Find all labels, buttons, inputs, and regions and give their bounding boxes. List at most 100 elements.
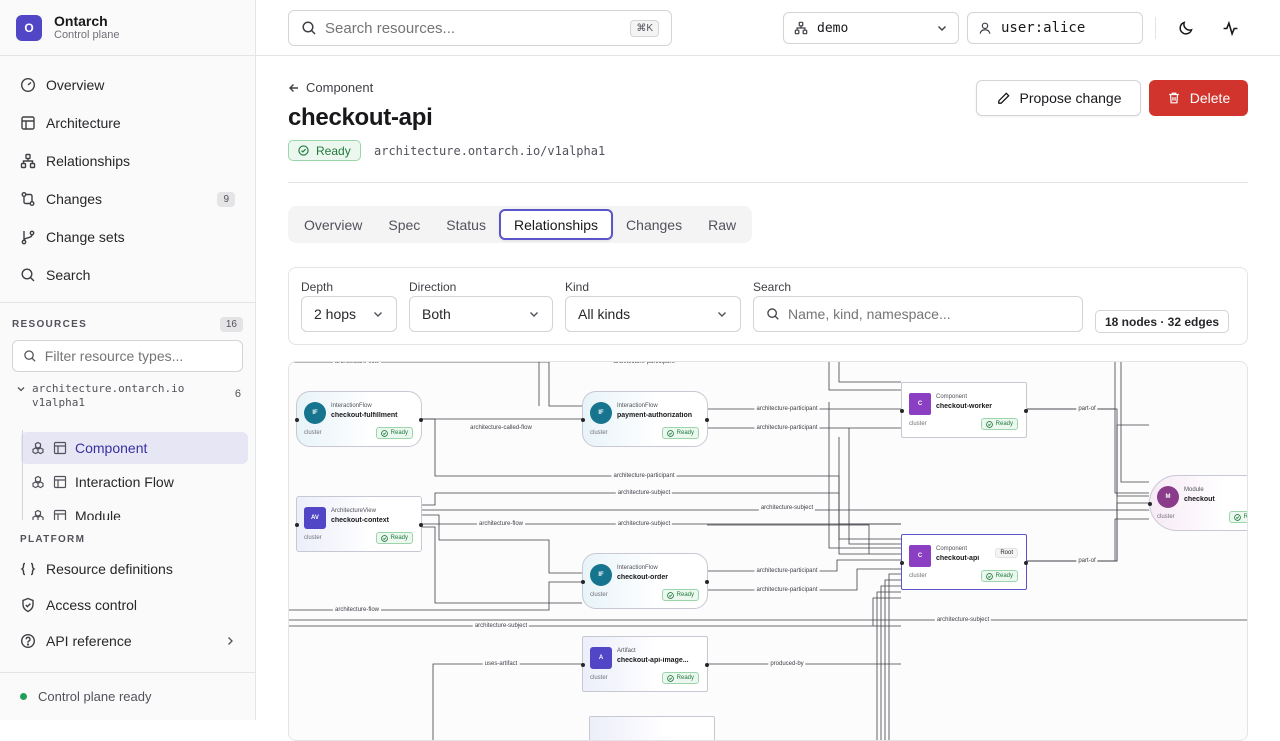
graph-node-checkout-api[interactable]: C Component checkout-api Root cluster Re… [900, 534, 1028, 590]
search-shortcut: ⌘K [630, 19, 659, 37]
global-search[interactable]: ⌘K [288, 10, 672, 46]
search-icon [767, 308, 779, 320]
node-port [581, 580, 585, 584]
tab-raw[interactable]: Raw [695, 209, 749, 240]
node-port [900, 409, 904, 413]
brand-logo: O [16, 14, 42, 41]
graph-edge [880, 585, 901, 740]
tab-relationships[interactable]: Relationships [498, 209, 614, 240]
filter-resource-types[interactable] [12, 340, 243, 372]
component-icon: C [909, 545, 931, 567]
table-icon [53, 475, 67, 489]
network-icon [20, 153, 36, 169]
direction-label: Direction [409, 280, 457, 294]
graph-edge [848, 428, 901, 545]
platform-item-resource-definitions[interactable]: Resource definitions [0, 551, 256, 587]
graph-search-input[interactable] [788, 306, 1068, 322]
resource-item-label: Interaction Flow [75, 474, 174, 490]
edge-label: architecture-flow [332, 361, 382, 365]
delete-button[interactable]: Delete [1149, 80, 1248, 116]
propose-change-button[interactable]: Propose change [976, 80, 1141, 116]
tab-spec[interactable]: Spec [375, 209, 433, 240]
tab-changes[interactable]: Changes [613, 209, 695, 240]
activity-icon [1223, 20, 1237, 36]
pencil-icon [997, 91, 1010, 104]
platform-item-api-reference[interactable]: API reference [0, 623, 256, 659]
nav-item-overview[interactable]: Overview [12, 66, 243, 104]
nav-label: Overview [46, 77, 105, 93]
platform-item-access-control[interactable]: Access control [0, 587, 256, 623]
graph-node-checkout-context[interactable]: AV ArchitectureView checkout-context clu… [295, 496, 423, 552]
nav-item-change-sets[interactable]: Change sets [12, 218, 243, 256]
node-port [581, 418, 585, 422]
namespace-select[interactable]: demo [783, 12, 959, 44]
sidebar: O Ontarch Control plane Overview Archite… [0, 0, 256, 720]
edge-label: architecture-subject [615, 521, 673, 527]
user-select[interactable]: user:alice [967, 12, 1143, 44]
node-port [1148, 502, 1152, 506]
graph-node-checkout-module[interactable]: M Module checkout cluster Ready [1148, 475, 1247, 531]
check-circle-icon [666, 591, 674, 599]
resource-item-component[interactable]: Component [21, 432, 248, 464]
boxes-icon [32, 475, 44, 489]
interaction-flow-icon: IF [590, 402, 612, 424]
tab-overview[interactable]: Overview [291, 209, 375, 240]
graph-node-checkout-fulfillment[interactable]: IF InteractionFlow checkout-fulfillment … [295, 391, 423, 447]
depth-filter: Depth 2 hops [301, 280, 397, 332]
graph-node-checkout-order[interactable]: IF InteractionFlow checkout-order cluste… [581, 553, 709, 609]
graph-node-payment-authorization[interactable]: IF InteractionFlow payment-authorization… [581, 391, 709, 447]
nav-item-changes[interactable]: Changes 9 [12, 180, 243, 218]
resource-group[interactable]: architecture.ontarch.io v1alpha1 6 [0, 372, 255, 411]
component-icon: C [909, 393, 931, 415]
boxes-icon [32, 509, 44, 520]
tab-status[interactable]: Status [433, 209, 499, 240]
delete-label: Delete [1189, 90, 1231, 106]
relationship-graph[interactable]: architecture-flow architecture-participa… [288, 361, 1248, 741]
graph-filters: Depth 2 hops Direction Both Kind All kin… [288, 267, 1248, 345]
graph-node-checkout-api-image[interactable]: A Artifact checkout-api-image... cluster… [581, 636, 709, 692]
graph-edge [828, 402, 901, 549]
kind-select[interactable]: All kinds [565, 296, 741, 332]
node-scope: cluster [590, 430, 608, 436]
nav-label: Change sets [46, 229, 125, 245]
graph-edge [432, 663, 582, 740]
edge-label: architecture-subject [934, 617, 992, 623]
brand[interactable]: O Ontarch Control plane [0, 0, 255, 56]
node-status-badge: Ready [1228, 511, 1247, 523]
global-search-input[interactable] [325, 19, 615, 37]
resource-item-interaction-flow[interactable]: Interaction Flow [21, 466, 248, 498]
node-name: payment-authorization [617, 412, 693, 419]
node-name: checkout-fulfillment [331, 412, 398, 419]
edge-label: architecture-flow [332, 607, 382, 613]
node-status-badge: Ready [980, 570, 1018, 582]
node-port [705, 580, 709, 584]
theme-toggle-button[interactable] [1172, 14, 1200, 42]
nav-item-relationships[interactable]: Relationships [12, 142, 243, 180]
chevron-down-icon [17, 387, 25, 392]
graph-edge [289, 581, 582, 611]
edge-label: uses-artifact [482, 661, 520, 667]
direction-select[interactable]: Both [409, 296, 553, 332]
node-port [419, 523, 423, 527]
user-value: user:alice [1001, 20, 1086, 36]
graph-summary: 18 nodes · 32 edges [1095, 310, 1230, 333]
nav-label: Changes [46, 191, 103, 207]
back-link[interactable]: Component [288, 80, 373, 95]
top-bar: ⌘K demo user:alice [256, 0, 1280, 56]
check-circle-icon [1233, 513, 1241, 521]
graph-search[interactable] [753, 296, 1083, 332]
nav-item-architecture[interactable]: Architecture [12, 104, 243, 142]
filter-input[interactable] [44, 348, 232, 364]
page-title: checkout-api [288, 104, 433, 131]
activity-button[interactable] [1216, 14, 1244, 42]
moon-icon [1179, 21, 1193, 35]
depth-select[interactable]: 2 hops [301, 296, 397, 332]
graph-node-checkout-worker[interactable]: C Component checkout-worker cluster Read… [900, 382, 1028, 438]
graph-edge [1120, 362, 1149, 483]
nav-item-search[interactable]: Search [12, 256, 243, 294]
resource-item-module[interactable]: Module [21, 500, 248, 520]
git-branch-icon [21, 230, 35, 245]
graph-edge [828, 362, 901, 391]
graph-edge [884, 579, 901, 740]
resource-tree: Component Interaction Flow Module [12, 430, 248, 520]
